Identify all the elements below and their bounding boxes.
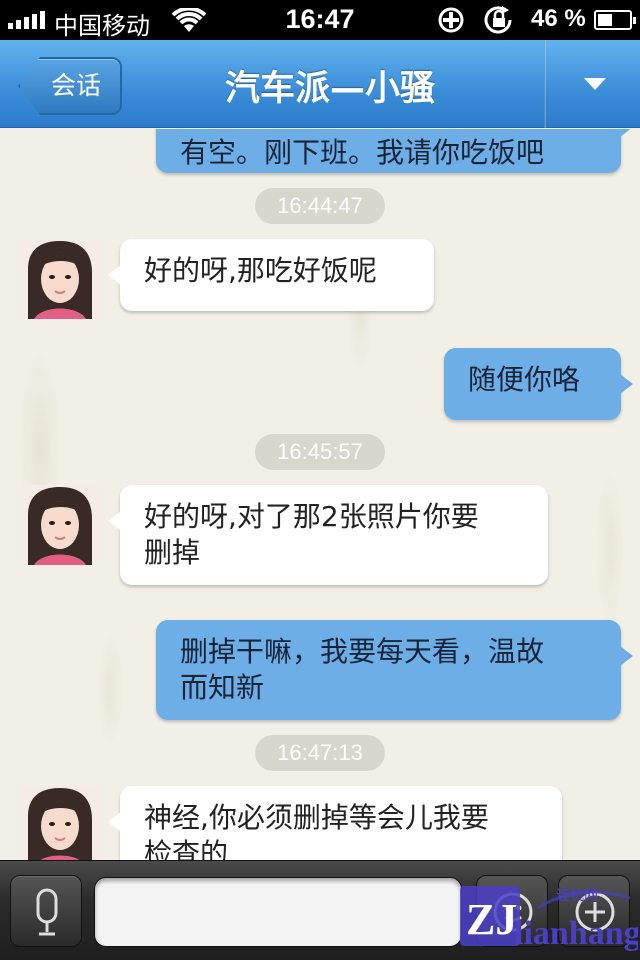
message-text: 有空。刚下班。我请你吃饭吧 (180, 136, 545, 169)
status-bar: 中国移动 16:47 46 % (0, 0, 640, 40)
timestamp-label: 16:47:13 (255, 735, 385, 771)
rotation-lock-icon (484, 6, 512, 34)
contact-avatar[interactable] (20, 786, 100, 860)
avatar-image (20, 485, 100, 565)
message-text-line: 好的呀,对了那2张照片你要 (144, 500, 479, 533)
contact-avatar[interactable] (20, 239, 100, 319)
avatar-image (20, 239, 100, 319)
message-text-line: 而知新 (180, 671, 265, 704)
outgoing-message-bubble[interactable]: 删掉干嘛，我要每天看，温故 而知新 (156, 620, 633, 720)
outgoing-message-bubble[interactable]: 有空。刚下班。我请你吃饭吧 (156, 129, 633, 173)
message-timestamp: 16:45:57 (0, 434, 640, 470)
chat-message-list[interactable]: 有空。刚下班。我请你吃饭吧 16:44:47 好的呀,那吃好饭呢 随便你咯 16… (0, 129, 640, 860)
watermark-logo: ZJ lianhang 连杭网 (460, 886, 638, 952)
message-timestamp: 16:47:13 (0, 735, 640, 771)
battery-percent: 46 % (531, 5, 586, 32)
svg-text:ZJ: ZJ (466, 895, 517, 944)
incoming-message-bubble[interactable]: 神经,你必须删掉等会儿我要 检查的 (108, 786, 562, 860)
battery-icon (594, 10, 636, 30)
message-text: 随便你咯 (468, 363, 581, 396)
svg-text:lianhang: lianhang (514, 915, 638, 952)
chevron-down-icon[interactable] (584, 78, 606, 90)
message-text-line: 删掉 (144, 536, 201, 569)
message-text: 好的呀,那吃好饭呢 (144, 254, 377, 287)
timestamp-label: 16:44:47 (255, 188, 385, 224)
page-title: 汽车派—小骚 (224, 69, 435, 109)
message-text-line: 神经,你必须删掉等会儿我要 (144, 801, 489, 834)
nav-divider (544, 40, 546, 128)
outgoing-message-bubble[interactable]: 随便你咯 (444, 348, 633, 420)
incoming-message-bubble[interactable]: 好的呀,对了那2张照片你要 删掉 (108, 485, 548, 585)
nav-bar: 会话 汽车派—小骚 (0, 40, 640, 128)
voice-input-button[interactable] (10, 875, 82, 947)
avatar-image (20, 786, 100, 860)
contact-avatar[interactable] (20, 485, 100, 565)
message-text-line: 删掉干嘛，我要每天看，温故 (180, 635, 545, 668)
timestamp-label: 16:45:57 (255, 434, 385, 470)
message-timestamp: 16:44:47 (0, 188, 640, 224)
microphone-icon (36, 888, 58, 936)
incoming-message-bubble[interactable]: 好的呀,那吃好饭呢 (108, 239, 434, 311)
back-button[interactable]: 会话 (18, 57, 122, 115)
location-icon (438, 7, 464, 33)
message-text-line: 检查的 (144, 837, 229, 860)
message-text-input[interactable] (94, 877, 462, 947)
